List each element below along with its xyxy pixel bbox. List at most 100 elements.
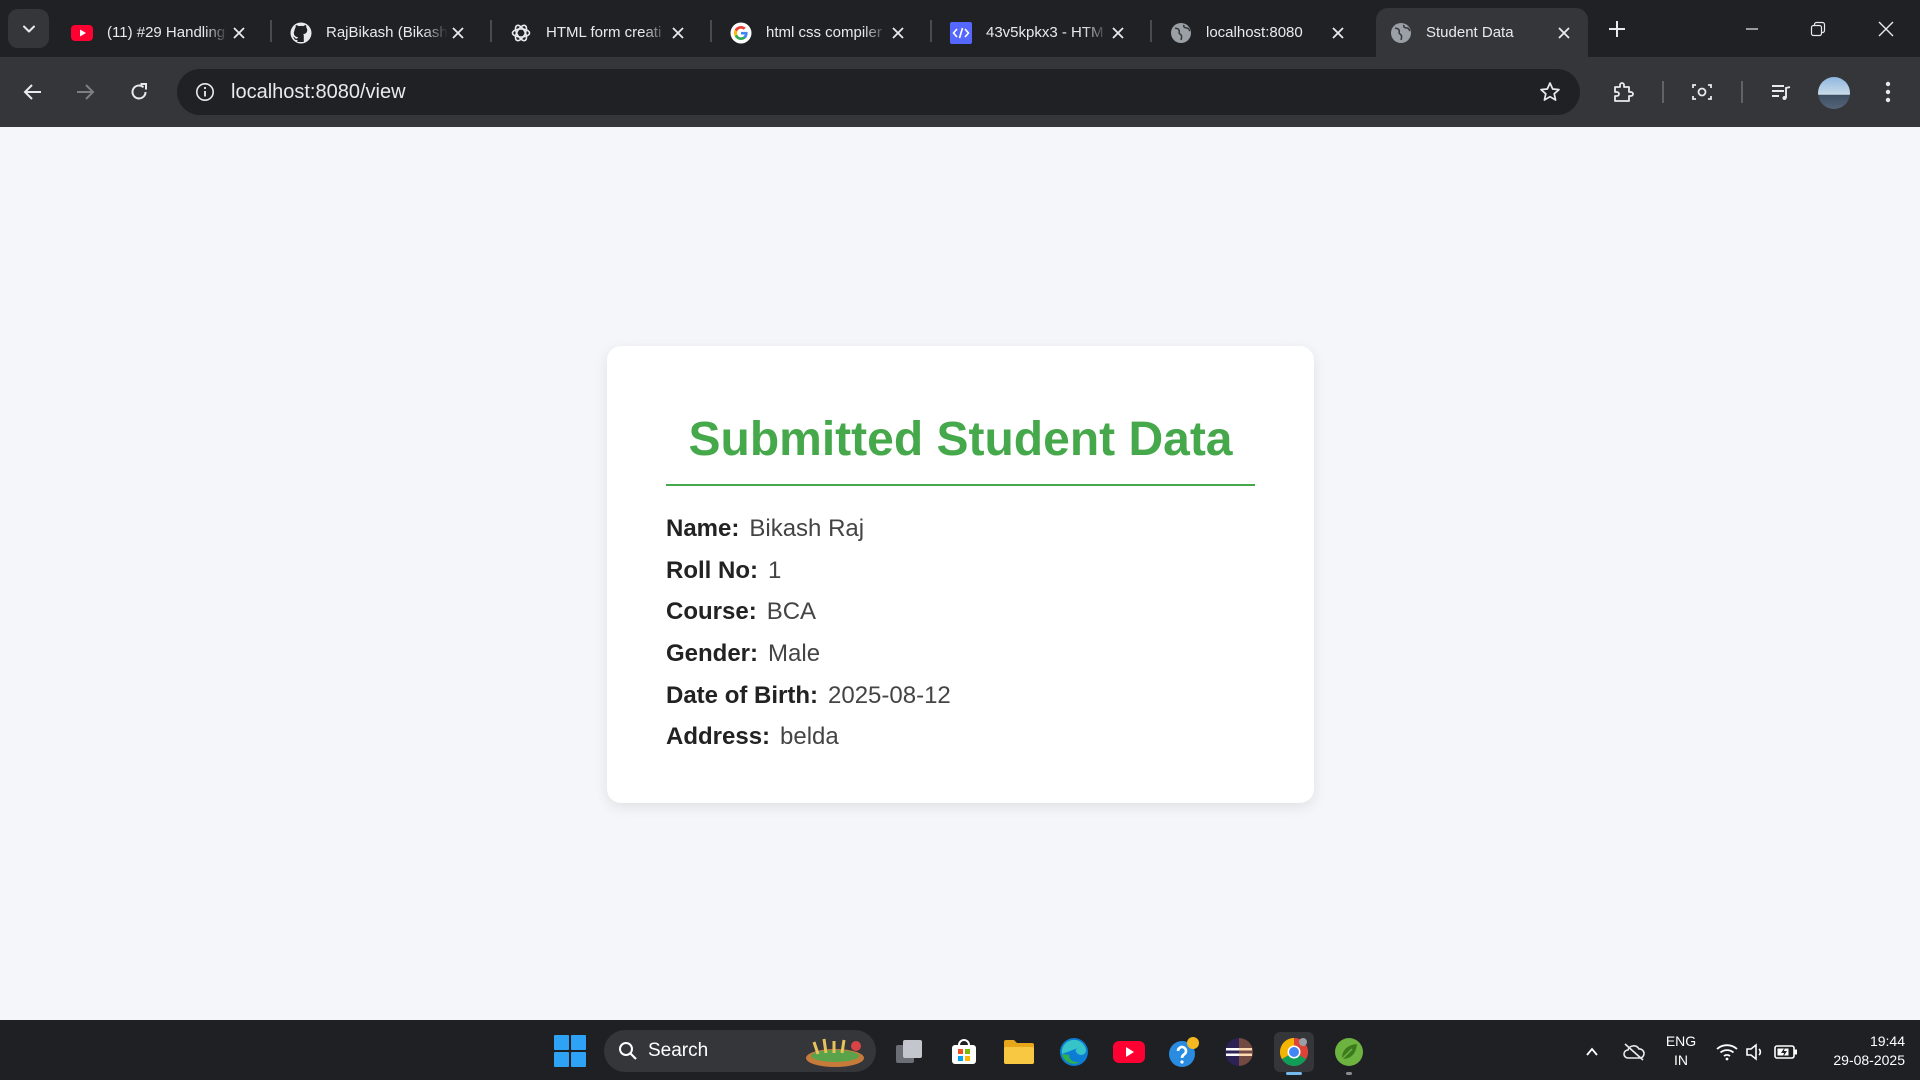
back-arrow-icon — [23, 84, 41, 100]
close-window-button[interactable] — [1860, 8, 1912, 50]
tab-title: Student Data — [1426, 24, 1514, 41]
close-icon — [1878, 21, 1894, 37]
onedrive-status[interactable] — [1620, 1038, 1648, 1066]
puzzle-icon — [1614, 82, 1634, 102]
field-value: 2025-08-12 — [828, 682, 951, 709]
star-icon — [1540, 82, 1560, 101]
windows-logo-icon — [571, 1035, 586, 1050]
language-code: ENG — [1665, 1033, 1697, 1049]
taskbar-youtube[interactable] — [1109, 1032, 1149, 1072]
tab-chatgpt[interactable]: HTML form creati — [496, 8, 702, 57]
field-value: 1 — [767, 557, 782, 584]
address-bar[interactable]: localhost:8080/view — [177, 69, 1580, 115]
taskbar-search[interactable]: Search — [604, 1030, 876, 1072]
tab-compiler[interactable]: 43v5kpkx3 - HTM — [936, 8, 1142, 57]
task-view-icon — [896, 1040, 922, 1063]
toolbar-divider — [1662, 81, 1664, 103]
taskbar-store[interactable] — [944, 1032, 984, 1072]
field-label: Gender: — [666, 640, 759, 667]
language-indicator[interactable]: ENG IN — [1658, 1032, 1704, 1070]
field-course: Course: BCA — [666, 597, 816, 627]
clock-date: 29-08-2025 — [1833, 1052, 1905, 1068]
close-icon[interactable] — [668, 23, 688, 43]
tab-title: HTML form creati — [546, 24, 662, 41]
profile-avatar[interactable] — [1818, 77, 1850, 109]
taskbar-eclipse[interactable] — [1219, 1032, 1259, 1072]
field-label: Date of Birth: — [666, 682, 818, 709]
forward-arrow-icon — [77, 84, 95, 100]
taskbar-help[interactable] — [1164, 1032, 1204, 1072]
plus-icon — [1609, 21, 1625, 37]
tab-divider — [710, 20, 712, 42]
field-address: Address: belda — [666, 722, 839, 752]
taskbar-task-view[interactable] — [889, 1032, 929, 1072]
eclipse-icon — [1225, 1038, 1253, 1066]
playlist-music-icon — [1772, 85, 1791, 100]
taskbar-edge[interactable] — [1054, 1032, 1094, 1072]
more-vertical-icon — [1885, 81, 1891, 103]
network-status[interactable] — [1713, 1038, 1741, 1066]
region-code: IN — [1674, 1052, 1688, 1068]
page-title: Submitted Student Data — [688, 413, 1233, 466]
battery-status[interactable] — [1772, 1038, 1800, 1066]
search-icon — [619, 1042, 637, 1060]
store-icon — [952, 1039, 976, 1064]
site-info-button[interactable] — [189, 76, 221, 108]
extensions-button[interactable] — [1605, 74, 1641, 110]
bookmark-button[interactable] — [1536, 78, 1564, 106]
title-divider — [666, 484, 1255, 486]
tab-google[interactable]: html css compiler — [716, 8, 922, 57]
new-tab-button[interactable] — [1602, 14, 1632, 44]
taskbar-chrome[interactable] — [1274, 1032, 1314, 1075]
tab-search-button[interactable] — [8, 9, 49, 48]
taskbar-file-explorer[interactable] — [999, 1032, 1039, 1072]
tab-github[interactable]: RajBikash (Bikash — [276, 8, 482, 57]
close-icon[interactable] — [1108, 23, 1128, 43]
restore-button[interactable] — [1792, 8, 1844, 50]
chatgpt-icon — [510, 22, 532, 44]
info-icon — [196, 83, 214, 101]
close-icon[interactable] — [1554, 23, 1574, 43]
field-roll-no: Roll No: 1 — [666, 556, 781, 586]
youtube-icon — [1113, 1041, 1145, 1063]
tab-title: RajBikash (Bikash — [326, 24, 448, 41]
media-controls-button[interactable] — [1763, 74, 1799, 110]
field-gender: Gender: Male — [666, 639, 820, 669]
folder-icon — [1004, 1040, 1034, 1064]
github-icon — [290, 22, 312, 44]
field-label: Name: — [666, 515, 740, 542]
start-button[interactable] — [554, 1035, 586, 1067]
windows-logo-icon — [554, 1052, 569, 1067]
field-value: BCA — [766, 598, 817, 625]
help-icon — [1169, 1037, 1199, 1067]
taskbar-spring-tool[interactable] — [1329, 1032, 1369, 1075]
tab-student-data[interactable]: Student Data — [1376, 8, 1588, 57]
youtube-icon — [71, 22, 93, 44]
close-icon[interactable] — [1328, 23, 1348, 43]
battery-icon — [1774, 1045, 1797, 1059]
windows-logo-icon — [571, 1052, 586, 1067]
globe-icon — [1390, 22, 1412, 44]
close-icon[interactable] — [448, 23, 468, 43]
close-icon[interactable] — [888, 23, 908, 43]
reload-button[interactable] — [119, 72, 159, 112]
back-button[interactable] — [13, 72, 53, 112]
browser-menu-button[interactable] — [1870, 74, 1906, 110]
system-clock[interactable]: 19:44 29-08-2025 — [1805, 1032, 1905, 1070]
tab-title: (11) #29 Handling — [107, 24, 226, 41]
close-icon[interactable] — [229, 23, 249, 43]
tab-title: 43v5kpkx3 - HTM — [986, 24, 1104, 41]
browser-toolbar: localhost:8080/view — [0, 57, 1920, 127]
forward-button[interactable] — [65, 72, 105, 112]
tab-youtube[interactable]: (11) #29 Handling — [57, 8, 263, 57]
volume-status[interactable] — [1742, 1038, 1770, 1066]
tab-localhost[interactable]: localhost:8080 — [1156, 8, 1362, 57]
tab-divider — [1150, 20, 1152, 42]
taskbar: Search ENG IN 19:44 29-08-2025 — [0, 1020, 1920, 1080]
screenshot-button[interactable] — [1684, 74, 1720, 110]
minimize-button[interactable] — [1726, 8, 1778, 50]
cloud-offline-icon — [1623, 1043, 1645, 1061]
field-value: belda — [780, 723, 839, 750]
show-hidden-icons-button[interactable] — [1578, 1038, 1606, 1066]
url-text[interactable]: localhost:8080/view — [231, 69, 406, 115]
